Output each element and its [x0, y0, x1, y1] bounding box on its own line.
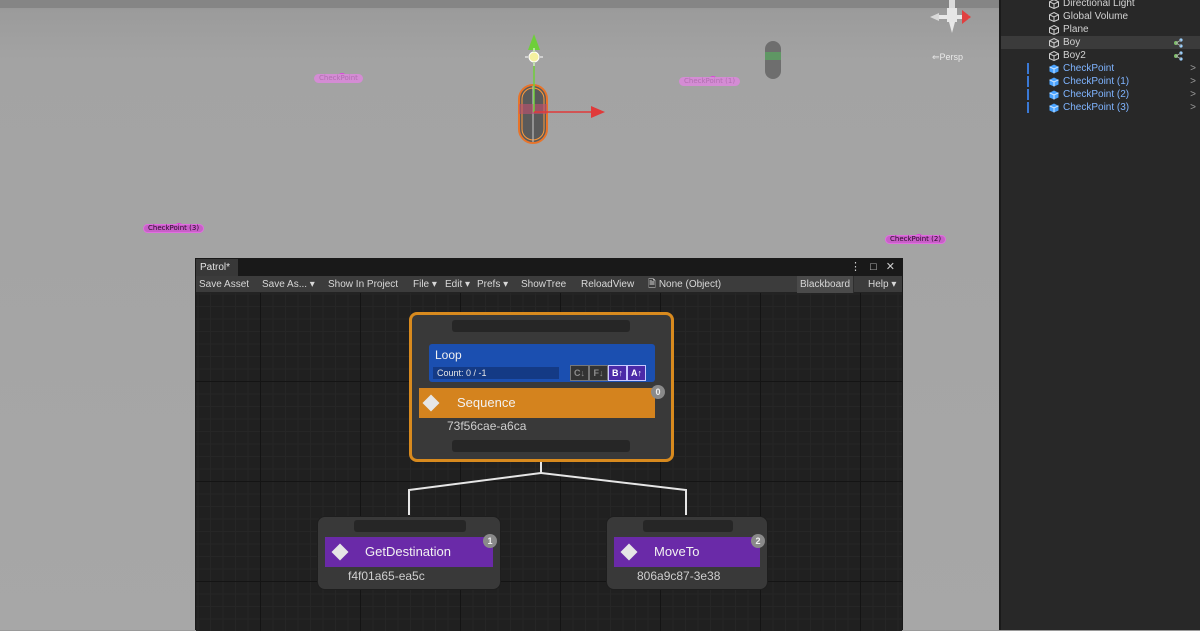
checkpoint-label: CheckPoint (2) [885, 235, 947, 244]
boy-character[interactable] [505, 30, 615, 150]
hierarchy-item-label: Boy2 [1063, 50, 1086, 61]
input-port[interactable] [354, 520, 466, 532]
prefab-icon [1049, 103, 1059, 113]
hierarchy-item[interactable]: Boy2 [1001, 49, 1200, 62]
hierarchy-item-label: CheckPoint (3) [1063, 102, 1130, 113]
chevron-right-icon[interactable]: > [1190, 88, 1196, 101]
reload-view-button[interactable]: ReloadView [578, 276, 637, 293]
input-port[interactable] [452, 320, 630, 332]
hierarchy-item[interactable]: Directional Light [1001, 0, 1200, 10]
projection-label[interactable]: ⇐Persp [932, 52, 963, 63]
node-title: Sequence [457, 395, 516, 410]
window-titlebar[interactable]: Patrol* ⋮ □ ✕ [196, 259, 902, 276]
node-guid: 806a9c87-3e38 [637, 569, 721, 583]
output-port[interactable] [452, 440, 630, 452]
hierarchy-item[interactable]: CheckPoint (2) > [1001, 88, 1200, 101]
hierarchy-item-label: CheckPoint (1) [1063, 76, 1130, 87]
decorator-title: Loop [435, 348, 462, 362]
input-port[interactable] [643, 520, 733, 532]
prefab-icon [1049, 90, 1059, 100]
object-field[interactable]: 🗎 None (Object) [645, 276, 724, 293]
abort-flag-f[interactable]: F↓ [589, 365, 608, 381]
file-menu[interactable]: File ▾ [410, 276, 440, 293]
hierarchy-item-label: Directional Light [1063, 0, 1135, 9]
prefs-menu[interactable]: Prefs ▾ [474, 276, 511, 293]
behavior-tree-window: Patrol* ⋮ □ ✕ Save Asset Save As... ▾ Sh… [195, 258, 903, 631]
blackboard-button[interactable]: Blackboard [797, 276, 855, 293]
edge-root-to-moveto [540, 455, 687, 515]
gameobject-icon [1049, 0, 1059, 9]
composite-icon [422, 394, 440, 412]
gameobject-icon [1049, 25, 1059, 35]
gameobject-icon [1049, 38, 1059, 48]
action-icon [331, 543, 349, 561]
prefab-root-marker [1027, 76, 1029, 87]
node-header: GetDestination [325, 537, 493, 567]
node-index-badge: 0 [651, 385, 665, 399]
graph-canvas[interactable]: Loop Count: 0 / -1 C↓ F↓ B↑ A↑ Sequence … [196, 293, 902, 631]
abort-flag-b[interactable]: B↑ [608, 365, 627, 381]
edit-menu[interactable]: Edit ▾ [442, 276, 473, 293]
horizon [0, 0, 1000, 8]
hierarchy-item-selected[interactable]: Boy [1001, 36, 1200, 49]
orientation-gizmo[interactable] [925, 0, 985, 45]
prefab-icon [1049, 64, 1059, 74]
getdestination-node[interactable]: GetDestination f4f01a65-ea5c 1 [317, 516, 501, 590]
gameobject-icon [1049, 12, 1059, 22]
node-guid: 73f56cae-a6ca [447, 419, 527, 433]
prefab-icon [1049, 77, 1059, 87]
prefab-root-marker [1027, 63, 1029, 74]
chevron-right-icon[interactable]: > [1190, 101, 1196, 114]
hierarchy-item[interactable]: CheckPoint (3) > [1001, 101, 1200, 114]
checkpoint-label: CheckPoint (3) [143, 224, 205, 233]
chevron-right-icon[interactable]: > [1190, 75, 1196, 88]
hierarchy-panel: Directional Light Global Volume Plane Bo… [999, 0, 1200, 630]
node-index-badge: 2 [751, 534, 765, 548]
hierarchy-item-label: Global Volume [1063, 11, 1129, 22]
hierarchy-item-label: Plane [1063, 24, 1089, 35]
edge-root-to-getdestination [408, 455, 542, 515]
gameobject-icon [1049, 51, 1059, 61]
save-asset-button[interactable]: Save Asset [196, 276, 252, 293]
node-guid: f4f01a65-ea5c [348, 569, 425, 583]
node-header: MoveTo [614, 537, 760, 567]
boy2-character[interactable] [758, 38, 788, 82]
prefab-root-marker [1027, 89, 1029, 100]
hierarchy-item[interactable]: CheckPoint (1) > [1001, 75, 1200, 88]
action-icon [620, 543, 638, 561]
window-toolbar: Save Asset Save As... ▾ Show In Project … [196, 276, 902, 293]
save-as-dropdown[interactable]: Save As... ▾ [259, 276, 318, 293]
hierarchy-item[interactable]: CheckPoint > [1001, 62, 1200, 75]
node-index-badge: 1 [483, 534, 497, 548]
prefab-root-marker [1027, 102, 1029, 113]
help-menu[interactable]: Help ▾ [865, 276, 899, 293]
node-title: MoveTo [654, 544, 700, 559]
hierarchy-item-label: Boy [1063, 37, 1081, 48]
abort-flag-c[interactable]: C↓ [570, 365, 589, 381]
hierarchy-item-label: CheckPoint [1063, 63, 1115, 74]
checkpoint-label: CheckPoint (1) [679, 77, 741, 86]
show-tree-button[interactable]: ShowTree [518, 276, 569, 293]
hierarchy-item[interactable]: Global Volume [1001, 10, 1200, 23]
prefab-overrides-icon[interactable] [1173, 50, 1184, 61]
node-header: Sequence [419, 388, 655, 418]
checkpoint-label: CheckPoint [314, 74, 363, 83]
prefab-overrides-icon[interactable] [1173, 37, 1184, 48]
abort-flag-a[interactable]: A↑ [627, 365, 646, 381]
show-in-project-button[interactable]: Show In Project [325, 276, 401, 293]
chevron-right-icon[interactable]: > [1190, 62, 1196, 75]
decorator-count: Count: 0 / -1 [433, 367, 559, 379]
sequence-node[interactable]: Loop Count: 0 / -1 C↓ F↓ B↑ A↑ Sequence … [409, 312, 674, 462]
hierarchy-item-label: CheckPoint (2) [1063, 89, 1130, 100]
node-title: GetDestination [365, 544, 451, 559]
window-controls[interactable]: ⋮ □ ✕ [850, 260, 898, 273]
moveto-node[interactable]: MoveTo 806a9c87-3e38 2 [606, 516, 768, 590]
loop-decorator[interactable]: Loop Count: 0 / -1 C↓ F↓ B↑ A↑ [429, 344, 655, 382]
window-tab[interactable]: Patrol* [196, 259, 238, 276]
hierarchy-item[interactable]: Plane [1001, 23, 1200, 36]
